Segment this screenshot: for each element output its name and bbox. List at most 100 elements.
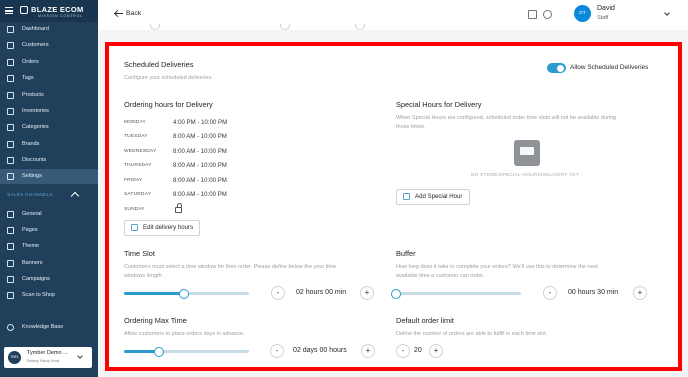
special-hours-empty: NO STORE/SPECIAL-HOURS/DELIVERY YET. [471, 173, 580, 178]
buffer-value: 00 hours 30 min [568, 289, 619, 296]
allow-scheduled-label: Allow Scheduled Deliveries [570, 64, 649, 71]
sidebar-item-categories[interactable]: Categories [0, 120, 98, 135]
theme-icon [7, 243, 14, 250]
sidebar-item-pages[interactable]: Pages [0, 223, 98, 238]
menu-icon[interactable] [5, 7, 13, 14]
categories-icon [7, 124, 14, 131]
help-circle-icon [7, 324, 14, 331]
buffer-slider[interactable] [396, 292, 521, 295]
buffer-title: Buffer [396, 249, 416, 258]
toggle-knob [557, 64, 564, 72]
blaze-logo-icon [20, 6, 28, 14]
day-label: FRIDAY [124, 178, 143, 183]
sidebar-item-tags[interactable]: Tags [0, 71, 98, 86]
sidebar-item-inventories[interactable]: Inventories [0, 104, 98, 119]
store-name: Tymber Demo ... [27, 350, 68, 356]
order-max-time-description: Allow customers to place orders days in … [124, 331, 245, 337]
order-max-time-increment[interactable]: + [361, 344, 375, 358]
day-label: TUESDAY [124, 134, 148, 139]
user-name: David [597, 5, 615, 12]
day-hours: 8:00 AM - 10:00 PM [173, 162, 227, 169]
edit-icon [131, 224, 138, 231]
time-slot-slider-handle[interactable] [179, 289, 189, 299]
buffer-increment[interactable]: + [633, 286, 647, 300]
pages-icon [7, 227, 14, 234]
gift-icon[interactable] [528, 10, 537, 19]
back-button[interactable]: Back [126, 10, 141, 17]
discounts-icon [7, 157, 14, 164]
inventories-icon [7, 108, 14, 115]
order-max-time-decrement[interactable]: - [270, 344, 284, 358]
day-label: SATURDAY [124, 192, 152, 197]
time-slot-description: Customers must select a time window for … [124, 264, 337, 270]
add-special-hour-button[interactable]: Add Special Hour [396, 189, 470, 205]
order-max-time-slider-handle[interactable] [154, 347, 164, 357]
special-hours-title: Special Hours for Delivery [396, 100, 482, 109]
chevron-down-icon[interactable] [664, 10, 670, 16]
default-order-limit-decrement[interactable]: - [396, 344, 410, 358]
sidebar-item-scan-to-shop[interactable]: Scan to Shop [0, 288, 98, 303]
sidebar-item-campaigns[interactable]: Campaigns [0, 272, 98, 287]
sidebar-item-settings[interactable]: Settings [0, 169, 98, 184]
sidebar-item-knowledge-base[interactable]: Knowledge Base [0, 320, 98, 335]
refresh-icon[interactable] [543, 10, 552, 19]
scan-icon [7, 292, 14, 299]
sidebar-item-banners[interactable]: Banners [0, 256, 98, 271]
orders-icon [7, 59, 14, 66]
dashboard-icon [7, 26, 14, 33]
day-hours: 8:00 AM - 10:00 PM [173, 177, 227, 184]
sidebar-item-brands[interactable]: Brands [0, 137, 98, 152]
chevron-down-icon [77, 353, 83, 359]
top-bar: Back DT David Staff [98, 0, 688, 30]
buffer-decrement[interactable]: - [543, 286, 557, 300]
day-hours: 8:00 AM - 10:00 PM [173, 191, 227, 198]
order-max-time-value: 02 days 00 hours [293, 347, 347, 354]
brand-logo: BLAZE ECOM MISSION CONTROL [0, 0, 98, 22]
edit-delivery-hours-button[interactable]: Edit delivery hours [124, 220, 200, 236]
day-hours: 8:00 AM - 10:00 PM [173, 133, 227, 140]
default-order-limit-increment[interactable]: + [429, 344, 443, 358]
sidebar-item-theme[interactable]: Theme [0, 239, 98, 254]
sales-channels-label: SALES CHANNELS [7, 193, 53, 198]
time-slot-increment[interactable]: + [360, 286, 374, 300]
default-order-limit-title: Default order limit [396, 316, 454, 325]
time-slot-description-2: windows length. [124, 273, 164, 279]
special-hours-description-2: those times. [396, 124, 426, 130]
campaigns-icon [7, 276, 14, 283]
products-icon [7, 92, 14, 99]
day-label: THURSDAY [124, 163, 152, 168]
settings-icon [7, 173, 14, 180]
sidebar-item-general[interactable]: General [0, 207, 98, 222]
sidebar: BLAZE ECOM MISSION CONTROL Dashboard Cus… [0, 0, 98, 377]
store-avatar: TBE1 [8, 351, 21, 364]
inbox-icon [514, 140, 540, 166]
scheduled-deliveries-panel [110, 46, 676, 366]
sidebar-item-customers[interactable]: Customers [0, 38, 98, 53]
brands-icon [7, 141, 14, 148]
sidebar-item-products[interactable]: Products [0, 88, 98, 103]
customers-icon [7, 42, 14, 49]
user-role: Staff [597, 15, 609, 21]
time-slot-value: 02 hours 00 min [296, 289, 347, 296]
store-subtitle: Delivery, Pickup, Kiosk [27, 359, 60, 363]
time-slot-slider-fill [124, 292, 184, 295]
day-label: WEDNESDAY [124, 149, 157, 154]
lock-icon [175, 203, 182, 213]
banners-icon [7, 260, 14, 267]
time-slot-title: Time Slot [124, 249, 155, 258]
allow-scheduled-toggle[interactable] [547, 63, 566, 73]
store-switcher[interactable]: TBE1 Tymber Demo ... Delivery, Pickup, K… [4, 347, 92, 368]
brand-tagline: MISSION CONTROL [38, 14, 83, 18]
ordering-hours-title: Ordering hours for Delivery [124, 100, 213, 109]
scheduled-deliveries-title: Scheduled Deliveries [124, 60, 194, 69]
sidebar-item-discounts[interactable]: Discounts [0, 153, 98, 168]
default-order-limit-value: 20 [414, 347, 422, 354]
avatar[interactable]: DT [574, 5, 591, 22]
sidebar-item-dashboard[interactable]: Dashboard [0, 22, 98, 37]
time-slot-decrement[interactable]: - [271, 286, 285, 300]
sidebar-item-orders[interactable]: Orders [0, 55, 98, 70]
buffer-slider-handle[interactable] [391, 289, 401, 299]
general-icon [7, 211, 14, 218]
arrow-left-icon[interactable] [115, 13, 123, 14]
chevron-up-icon[interactable] [70, 191, 80, 201]
